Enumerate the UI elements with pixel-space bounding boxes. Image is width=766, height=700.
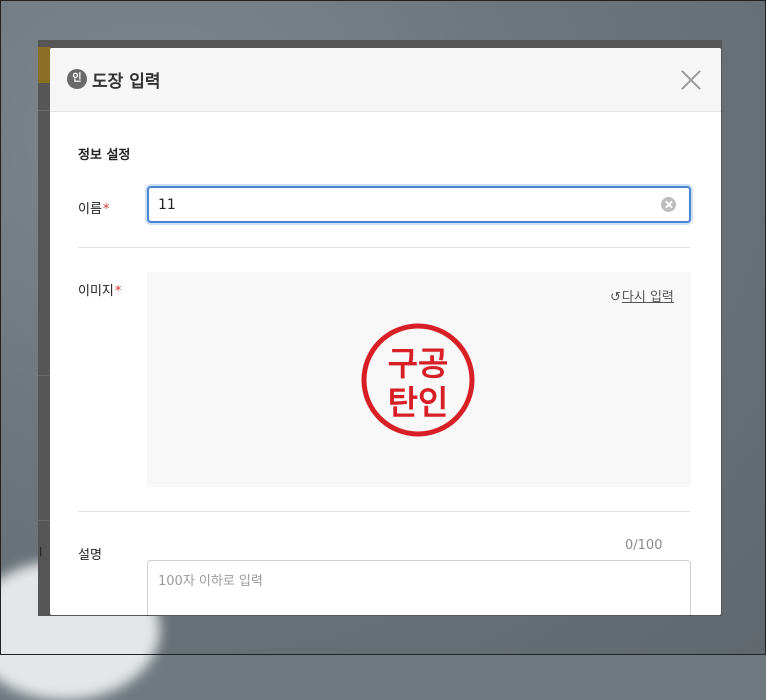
name-label: 이름* (78, 198, 109, 217)
stamp-input-dialog: 인 도장 입력 정보 설정 이름* 이미지* ↺다시 입력 구공 탄인 설명 0… (50, 48, 721, 615)
background-app-strip (38, 47, 50, 83)
dialog-header: 인 도장 입력 (50, 48, 721, 112)
close-icon[interactable] (679, 68, 703, 92)
description-input[interactable] (147, 560, 691, 615)
stamp-image-area: ↺다시 입력 구공 탄인 (147, 272, 691, 487)
image-label: 이미지* (78, 280, 121, 299)
clear-input-icon[interactable] (661, 197, 676, 212)
seal-icon: 인 (67, 69, 87, 89)
char-counter: 0/100 (625, 538, 663, 553)
section-divider (78, 511, 691, 512)
reinput-label: 다시 입력 (621, 290, 674, 305)
background-divider (38, 375, 50, 376)
stamp-image: 구공 탄인 (361, 323, 475, 437)
required-mark: * (102, 202, 110, 217)
background-divider (38, 110, 50, 111)
dialog-title: 도장 입력 (92, 72, 161, 92)
name-field (147, 186, 691, 223)
image-label-text: 이미지 (78, 284, 114, 299)
reinput-button[interactable]: ↺다시 입력 (610, 286, 674, 305)
required-mark: * (114, 284, 122, 299)
stamp-text-line1: 구공 (388, 344, 449, 383)
name-input[interactable] (158, 188, 638, 221)
background-divider (38, 520, 50, 521)
description-label: 설명 (78, 548, 102, 563)
section-divider (78, 247, 691, 248)
stamp-text-line2: 탄인 (388, 383, 449, 422)
undo-icon: ↺ (610, 290, 621, 305)
name-label-text: 이름 (78, 202, 102, 217)
section-title: 정보 설정 (78, 148, 131, 163)
background-glyph: ꞁ (39, 543, 43, 557)
